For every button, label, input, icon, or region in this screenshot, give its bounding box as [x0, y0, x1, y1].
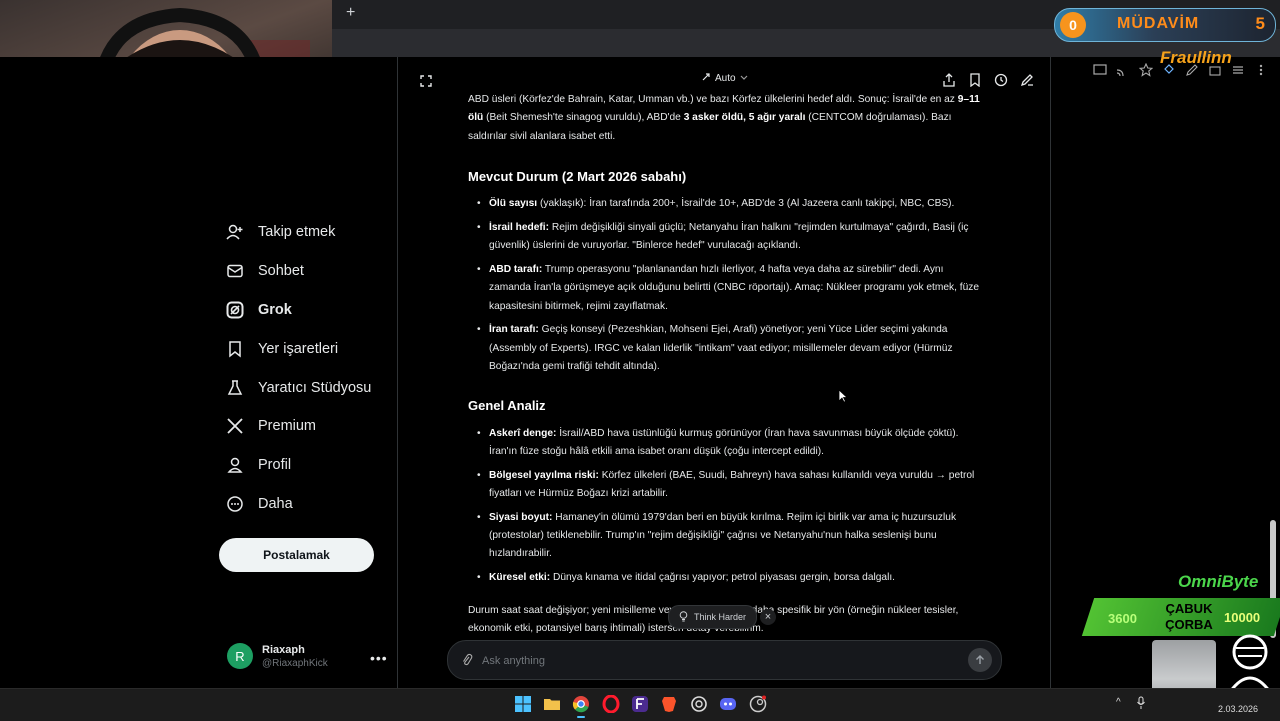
history-icon[interactable] — [994, 73, 1008, 87]
sidebar-item-profile[interactable]: Profil — [226, 456, 291, 474]
mail-icon — [226, 262, 244, 280]
profile-handle: @RiaxaphKick — [262, 657, 328, 669]
grok-chat-panel: Auto ABD üsleri (Körfez'de Bahrain, Kata… — [397, 57, 1051, 688]
flask-icon — [226, 379, 244, 397]
sidebar-item-premium[interactable]: Premium — [226, 417, 316, 435]
sponsor-label: OmniByte — [1178, 572, 1259, 591]
goal-current: 3600 — [1108, 611, 1137, 626]
ask-input[interactable] — [480, 651, 964, 671]
send-button[interactable] — [968, 648, 992, 672]
model-selector[interactable]: Auto — [701, 72, 748, 85]
cast-icon[interactable] — [1116, 63, 1130, 77]
intro-paragraph: ABD üsleri (Körfez'de Bahrain, Katar, Um… — [468, 94, 980, 142]
opera-icon[interactable] — [602, 694, 620, 714]
file-explorer-icon[interactable] — [543, 695, 561, 713]
sidebar-item-bookmarks[interactable]: Yer işaretleri — [226, 340, 338, 358]
goal-target: 10000 — [1224, 610, 1261, 625]
profile-switcher[interactable]: R Riaxaph @RiaxaphKick — [227, 643, 328, 669]
grok-icon — [226, 301, 244, 319]
list-item: Bölgesel yayılma riski: Körfez ülkeleri … — [477, 467, 980, 504]
goal-title: ÇABUK ÇORBA — [1165, 601, 1213, 632]
discord-icon[interactable] — [719, 695, 737, 713]
translate-icon[interactable] — [1093, 63, 1107, 77]
taskbar-date: 2.03.2026 — [1218, 704, 1259, 714]
ask-box — [447, 640, 1002, 680]
new-tab-button[interactable]: + — [346, 4, 355, 22]
profile-more-button[interactable]: ••• — [370, 650, 388, 666]
chrome-icon[interactable] — [572, 695, 590, 718]
post-button[interactable]: Postalamak — [219, 538, 374, 572]
chat-response: ABD üsleri (Körfez'de Bahrain, Katar, Um… — [468, 91, 980, 638]
tray-overflow-button[interactable]: ^ — [1116, 697, 1121, 708]
sidebar-item-label: Profil — [258, 457, 292, 473]
sidebar-item-grok[interactable]: Grok — [226, 301, 292, 319]
sidebar-item-label: Yaratıcı Stüdyosu — [258, 380, 372, 396]
bullet-list: Ölü sayısı (yaklaşık): İran tarafında 20… — [468, 195, 980, 376]
sidebar-item-label: Yer işaretleri — [258, 341, 339, 357]
section-title: Mevcut Durum (2 Mart 2026 sabahı) — [468, 168, 687, 184]
list-item: Küresel etki: Dünya kınama ve itidal çağ… — [477, 569, 980, 588]
x-logo-icon — [226, 417, 244, 435]
windows-start-icon[interactable] — [514, 695, 532, 713]
app-f-icon[interactable] — [631, 695, 649, 713]
more-circle-icon — [226, 495, 244, 513]
sidebar-item-creator-studio[interactable]: Yaratıcı Stüdyosu — [226, 379, 371, 397]
arrow-up-icon — [976, 655, 984, 664]
sidebar-item-label: Sohbet — [258, 263, 304, 279]
brave-icon[interactable] — [660, 695, 678, 713]
sidebar: Takip etmek Sohbet Grok Yer işaretleri Y… — [0, 57, 397, 688]
steam-icon[interactable] — [749, 695, 767, 713]
profile-name: Riaxaph — [262, 643, 305, 656]
sidebar-item-label: Grok — [258, 302, 292, 318]
star-icon[interactable] — [1139, 63, 1153, 77]
share-icon[interactable] — [942, 73, 956, 87]
sidebar-item-label: Premium — [258, 418, 317, 434]
lightbulb-icon — [679, 610, 688, 624]
bullet-list: Askerî denge: İsrail/ABD hava üstünlüğü … — [468, 425, 980, 588]
badge-number: 5 — [1255, 14, 1265, 33]
bookmark-icon — [226, 340, 244, 358]
chatgpt-icon[interactable] — [690, 695, 708, 713]
list-item: İran tarafı: Geçiş konseyi (Pezeshkian, … — [477, 321, 980, 376]
person-icon — [226, 456, 244, 474]
badge-title: MÜDAVİM — [1117, 15, 1200, 32]
expand-icon[interactable] — [420, 74, 432, 92]
list-item: Askerî denge: İsrail/ABD hava üstünlüğü … — [477, 425, 980, 462]
list-item: İsrail hedefi: Rejim değişikliği sinyali… — [477, 219, 980, 256]
bookmark-icon[interactable] — [968, 73, 982, 87]
model-label: Auto — [715, 73, 736, 84]
sidebar-item-label: Takip etmek — [258, 224, 336, 240]
avatar: R — [227, 643, 253, 669]
sidebar-item-follow[interactable]: Takip etmek — [226, 223, 335, 241]
close-icon[interactable]: × — [760, 609, 776, 625]
chevron-down-icon — [740, 73, 748, 84]
list-item: ABD tarafı: Trump operasyonu "planlanand… — [477, 261, 980, 316]
sidebar-item-label: Daha — [258, 496, 293, 512]
section-title: Genel Analiz — [468, 398, 546, 414]
paperclip-icon[interactable] — [461, 653, 473, 667]
loyalty-badge: 0 MÜDAVİM 5 — [1054, 8, 1276, 42]
think-harder-button[interactable]: Think Harder — [668, 605, 758, 629]
sidebar-item-more[interactable]: Daha — [226, 495, 293, 513]
new-chat-icon[interactable] — [1020, 73, 1034, 87]
menu-icon[interactable] — [1254, 63, 1268, 77]
subscriber-name: Fraullinn — [1160, 48, 1232, 67]
badge-count: 0 — [1060, 12, 1086, 38]
microphone-icon[interactable] — [1136, 696, 1146, 710]
mouse-cursor-icon — [838, 389, 848, 403]
list-icon[interactable] — [1231, 63, 1245, 77]
rocket-icon — [701, 72, 711, 85]
chat-actions — [942, 73, 1034, 87]
sidebar-item-chat[interactable]: Sohbet — [226, 262, 304, 280]
list-item: Siyasi boyut: Hamaney'in ölümü 1979'dan … — [477, 509, 980, 564]
list-item: Ölü sayısı (yaklaşık): İran tarafında 20… — [477, 195, 980, 214]
follow-icon — [226, 223, 244, 241]
